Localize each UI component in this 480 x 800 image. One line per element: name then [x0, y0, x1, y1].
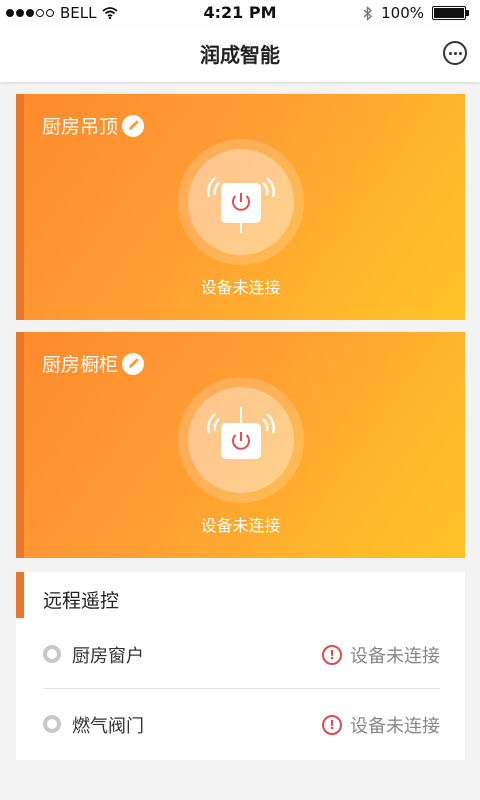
- divider: [43, 688, 440, 689]
- battery-icon: [432, 6, 469, 20]
- status-bar: BELL 4:21 PM 100%: [0, 0, 480, 26]
- nav-bar: 润成智能: [0, 26, 480, 82]
- more-icon: [448, 51, 452, 55]
- item-status: 设备未连接: [350, 716, 440, 737]
- device-card-kitchen-ceiling[interactable]: 厨房吊顶 设备未连接: [16, 94, 465, 320]
- power-icon: [207, 407, 275, 459]
- bluetooth-icon: [363, 5, 373, 21]
- radio-icon[interactable]: [43, 645, 61, 663]
- more-button[interactable]: [443, 41, 467, 65]
- card-title-wrap: 厨房橱柜: [42, 350, 145, 377]
- edit-icon[interactable]: [122, 114, 145, 137]
- warning-icon: !: [322, 645, 342, 665]
- section-title: 远程遥控: [43, 590, 120, 612]
- card-title: 厨房橱柜: [42, 354, 119, 376]
- status-right: 100%: [363, 4, 469, 22]
- card-title: 厨房吊顶: [42, 116, 119, 138]
- power-button[interactable]: [178, 377, 304, 503]
- item-status-wrap: ! 设备未连接: [322, 642, 440, 668]
- edit-icon[interactable]: [122, 352, 145, 375]
- device-card-kitchen-cabinet[interactable]: 厨房橱柜 设备未连接: [16, 332, 465, 558]
- card-status: 设备未连接: [200, 516, 281, 535]
- item-status-wrap: ! 设备未连接: [322, 712, 440, 738]
- card-status: 设备未连接: [200, 278, 281, 297]
- battery-percent: 100%: [381, 4, 424, 22]
- item-name: 燃气阀门: [72, 716, 144, 737]
- remote-item-kitchen-window[interactable]: 厨房窗户 ! 设备未连接: [16, 620, 465, 688]
- warning-icon: !: [322, 715, 342, 735]
- power-icon: [207, 177, 275, 233]
- card-title-wrap: 厨房吊顶: [42, 112, 145, 139]
- item-status: 设备未连接: [350, 646, 440, 667]
- remote-control-section: 远程遥控 厨房窗户 ! 设备未连接 燃气阀门 ! 设备未连接: [16, 572, 465, 760]
- item-name: 厨房窗户: [72, 646, 144, 667]
- page-title: 润成智能: [200, 43, 280, 67]
- power-button[interactable]: [178, 139, 304, 265]
- section-accent: [16, 572, 24, 618]
- radio-icon[interactable]: [43, 715, 61, 733]
- remote-item-gas-valve[interactable]: 燃气阀门 ! 设备未连接: [16, 690, 465, 758]
